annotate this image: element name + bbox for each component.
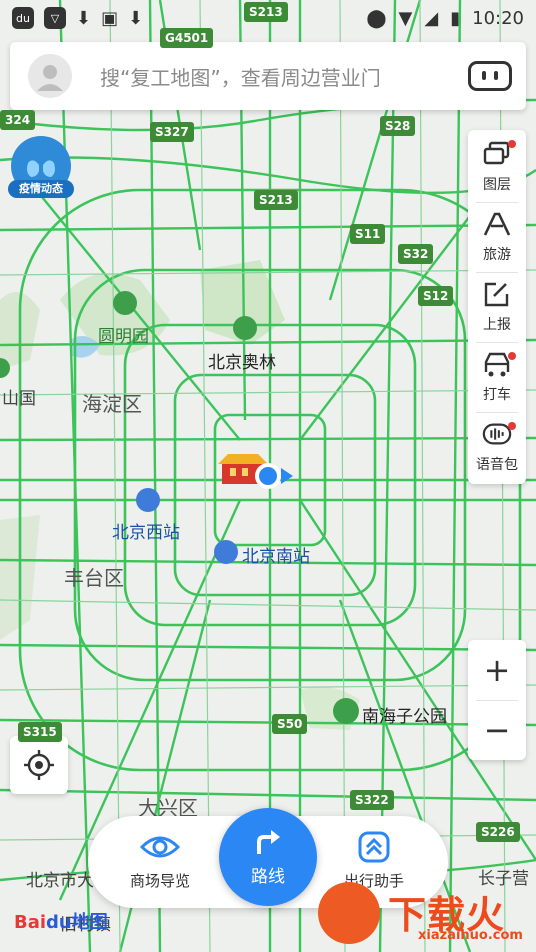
map-label-fengtai: 丰台区 (64, 566, 124, 590)
eye-icon (110, 830, 210, 864)
notification-dot (508, 140, 516, 148)
road-shield: S11 (350, 224, 386, 244)
search-bar[interactable]: 搜“复工地图”，查看周边营业门 (10, 42, 526, 110)
road-shield: G4501 (160, 28, 214, 48)
map-label-shanguo[interactable]: 山国 (2, 384, 36, 409)
report-button[interactable]: 上报 (468, 274, 526, 340)
map-label-nanhaizi[interactable]: 南海子公园 (362, 702, 447, 727)
image-icon: ▣ (101, 7, 119, 29)
road-shield: S28 (380, 116, 416, 136)
logo-text-red: Bai (14, 912, 47, 933)
user-avatar-icon[interactable] (28, 54, 72, 98)
search-input[interactable]: 搜“复工地图”，查看周边营业门 (100, 62, 468, 91)
notification-dot (508, 352, 516, 360)
clock: 10:20 (472, 7, 524, 29)
road-shield: S327 (150, 122, 194, 142)
report-icon (482, 280, 512, 308)
zoom-in-button[interactable]: + (468, 640, 526, 700)
map-label-beijing-aolin[interactable]: 北京奥林 (208, 348, 276, 373)
route-button[interactable]: 路线 (219, 808, 317, 906)
zoom-out-button[interactable]: − (468, 700, 526, 760)
mall-guide-label: 商场导览 (129, 872, 190, 890)
locate-me-button[interactable] (10, 736, 68, 794)
watermark-url: xiazaihuo.com (418, 928, 523, 943)
road-shield: S32 (398, 244, 434, 264)
map-label-beijing-south[interactable]: 北京南站 (242, 542, 310, 567)
road-shield: S50 (272, 714, 308, 734)
map-label-yuanmingyuan[interactable]: 圆明园 (98, 322, 149, 347)
epidemic-news-label: 疫情动态 (8, 180, 74, 198)
voice-pack-button[interactable]: 语音包 (468, 414, 526, 480)
download-icon: ⬇ (128, 7, 144, 29)
map-label-beijing-west[interactable]: 北京西站 (112, 518, 180, 543)
road-shield: 324 (0, 110, 36, 130)
travel-icon (482, 210, 512, 238)
notification-icons: du ▽ ⬇ ▣ ⬇ (12, 7, 143, 29)
map-label-beijing-city: 北京市大 (26, 871, 94, 891)
watermark: 下载火 xiazaihuo.com (316, 878, 536, 952)
signal-icon: ◢ (424, 7, 439, 29)
mall-guide-button[interactable]: 商场导览 (110, 830, 210, 891)
taxi-label: 打车 (483, 387, 511, 403)
voice-assistant-robot-icon[interactable] (468, 61, 512, 91)
turn-right-arrow-icon (257, 829, 280, 854)
baidu-map-logo: Baidu地图 (14, 908, 108, 934)
map-label-haidian: 海淀区 (82, 392, 142, 416)
travel-assistant-icon (324, 830, 424, 864)
taxi-button[interactable]: 打车 (468, 344, 526, 410)
location-icon: ⬤ (366, 7, 387, 29)
epidemic-news-button[interactable]: 疫情动态 (8, 136, 74, 206)
road-shield: S315 (18, 722, 62, 742)
notification-dot (508, 422, 516, 430)
du-app-icon: du (12, 7, 34, 29)
route-label: 路线 (251, 866, 285, 887)
road-shield: S12 (418, 286, 454, 306)
layers-button[interactable]: 图层 (468, 134, 526, 200)
road-shield: S322 (350, 790, 394, 810)
travel-label: 旅游 (483, 247, 511, 263)
wifi-icon: ▼ (398, 7, 413, 29)
system-icons: ⬤ ▼ ◢ ▮ 10:20 (366, 8, 524, 29)
voice-pack-label: 语音包 (476, 457, 518, 473)
zoom-control: + − (468, 640, 526, 760)
map-tools-panel: 图层 旅游 上报 打车 语音包 (468, 130, 526, 484)
road-shield: S213 (244, 2, 288, 22)
flame-logo-icon (318, 882, 380, 944)
road-shield: S213 (254, 190, 298, 210)
crosshair-icon (24, 750, 54, 780)
logo-text-blue: du地图 (46, 912, 108, 933)
battery-charging-icon: ▮ (450, 7, 461, 29)
layers-label: 图层 (483, 177, 511, 193)
report-label: 上报 (483, 317, 511, 333)
travel-button[interactable]: 旅游 (468, 204, 526, 270)
baidu-map-icon: ▽ (44, 7, 66, 29)
download-icon: ⬇ (76, 7, 92, 29)
road-shield: S226 (476, 822, 520, 842)
